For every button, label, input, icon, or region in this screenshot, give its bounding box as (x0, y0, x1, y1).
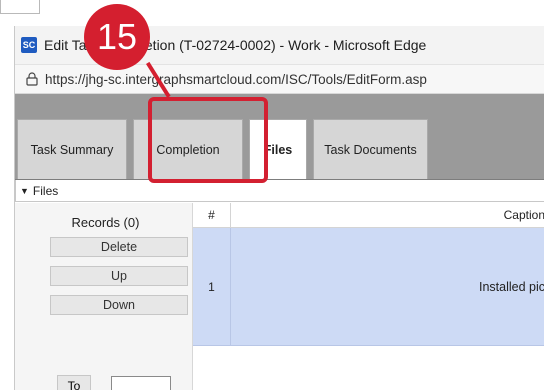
files-content: Records (0) Delete Up Down To # Caption … (15, 203, 544, 390)
row-caption: Installed pic (478, 279, 544, 294)
delete-button[interactable]: Delete (50, 237, 188, 257)
row-number: 1 (193, 228, 231, 345)
app-logo-icon: SC (21, 37, 37, 53)
grid-header-row: # Caption (193, 203, 544, 228)
section-title: Files (32, 183, 59, 198)
browser-window: SC Edit Task Completion (T-02724-0002) -… (14, 26, 544, 390)
table-row[interactable]: 1 Installed pic (193, 228, 544, 346)
move-down-button[interactable]: Down (50, 295, 188, 315)
lock-icon (19, 69, 45, 89)
tab-task-documents[interactable]: Task Documents (313, 119, 428, 179)
url-text[interactable]: https://jhg-sc.intergraphsmartcloud.com/… (45, 72, 427, 87)
background-window-edge (0, 0, 40, 14)
column-header-number[interactable]: # (193, 203, 231, 227)
files-grid: # Caption 1 Installed pic (193, 203, 544, 390)
completion-tab-highlight (148, 97, 268, 183)
collapse-triangle-icon[interactable]: ▼ (20, 186, 29, 196)
column-header-caption[interactable]: Caption (231, 203, 544, 227)
form-tab-bar: Task Summary Completion Files Task Docum… (15, 94, 544, 180)
address-bar[interactable]: https://jhg-sc.intergraphsmartcloud.com/… (15, 64, 544, 94)
files-section-header[interactable]: ▼ Files (15, 180, 544, 202)
move-to-input[interactable] (111, 376, 171, 390)
records-count-label: Records (0) (71, 215, 140, 230)
move-to-row: To (57, 375, 171, 390)
step-number-badge: 15 (84, 4, 150, 70)
move-up-button[interactable]: Up (50, 266, 188, 286)
tab-task-summary[interactable]: Task Summary (17, 119, 127, 179)
move-to-button[interactable]: To (57, 375, 91, 390)
records-panel: Records (0) Delete Up Down To (15, 203, 193, 390)
